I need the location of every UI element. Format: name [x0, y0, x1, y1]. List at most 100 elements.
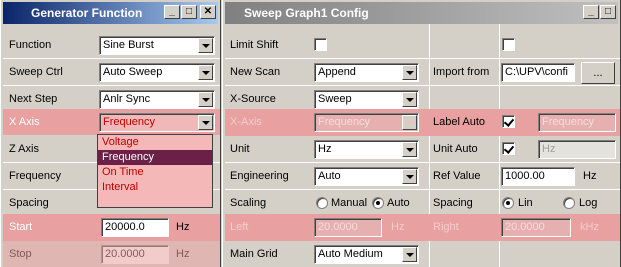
- main-grid-label: Main Grid: [230, 248, 278, 260]
- ref-value-label: Ref Value: [433, 170, 481, 182]
- left-input[interactable]: 20.0000: [314, 218, 382, 237]
- unit-value: Hz: [318, 143, 332, 155]
- z-axis-label: Z Axis: [9, 143, 39, 155]
- left-unit: Hz: [391, 221, 405, 233]
- new-scan-dropdown[interactable]: Append: [314, 63, 419, 82]
- engineering-dropdown[interactable]: Auto: [314, 167, 419, 186]
- sweep-graph-config-titlebar[interactable]: Sweep Graph1 Config _ □: [225, 2, 618, 24]
- unit-auto-checkbox[interactable]: [502, 142, 515, 155]
- browse-button[interactable]: ...: [581, 62, 615, 84]
- minimize-button[interactable]: _: [583, 5, 599, 19]
- option-on-time[interactable]: On Time: [98, 165, 212, 180]
- row-limit-shift: Limit Shift: [225, 32, 620, 58]
- row-x-axis: X-Axis Frequency Label Auto Frequency: [225, 109, 620, 136]
- engineering-value: Auto: [318, 170, 341, 182]
- right-label: Right: [433, 221, 459, 233]
- function-dropdown[interactable]: Sine Burst: [99, 36, 215, 55]
- function-value: Sine Burst: [103, 39, 154, 51]
- row-new-scan: New Scan Append Import from C:\UPV\confi…: [225, 59, 620, 85]
- stop-label: Stop: [9, 248, 32, 260]
- row-stop: Stop 20.0000 Hz: [3, 241, 220, 267]
- frequency-label: Frequency: [9, 170, 61, 182]
- sweep-ctrl-value: Auto Sweep: [103, 66, 163, 78]
- sweep-ctrl-label: Sweep Ctrl: [9, 66, 63, 78]
- function-label: Function: [9, 39, 52, 51]
- unit-label: Unit: [230, 143, 250, 155]
- chevron-down-icon[interactable]: [198, 115, 213, 130]
- option-interval[interactable]: Interval: [98, 180, 212, 195]
- chevron-down-icon[interactable]: [402, 142, 417, 157]
- import-path-input[interactable]: C:\UPV\confi: [501, 63, 575, 82]
- x-axis-dropdown-list[interactable]: Voltage Frequency On Time Interval: [97, 134, 213, 208]
- window-title: Generator Function: [31, 6, 143, 20]
- next-step-label: Next Step: [9, 93, 58, 105]
- window-title: Sweep Graph1 Config: [244, 6, 369, 20]
- next-step-value: Anlr Sync: [103, 93, 151, 105]
- row-main-grid: Main Grid Auto Medium: [225, 241, 620, 267]
- row-unit: Unit Hz Unit Auto Hz: [225, 136, 620, 162]
- next-step-dropdown[interactable]: Anlr Sync: [99, 90, 215, 109]
- x-axis-dropdown[interactable]: Frequency: [99, 113, 215, 132]
- chevron-down-icon[interactable]: [198, 65, 213, 80]
- generator-function-titlebar[interactable]: Generator Function _ □ ✕: [3, 2, 218, 24]
- unit-text-input[interactable]: Hz: [538, 140, 616, 159]
- spacing-log-radio[interactable]: [563, 197, 575, 209]
- scaling-auto-radio[interactable]: [372, 197, 384, 209]
- scaling-manual-radio[interactable]: [316, 197, 328, 209]
- row-sweep-ctrl: Sweep Ctrl Auto Sweep: [3, 59, 220, 85]
- right-input[interactable]: 20.0000: [501, 218, 571, 237]
- engineering-label: Engineering: [230, 170, 289, 182]
- unit-auto-label: Unit Auto: [433, 143, 478, 155]
- minimize-button[interactable]: _: [164, 5, 180, 19]
- sweep-ctrl-dropdown[interactable]: Auto Sweep: [99, 63, 215, 82]
- spacing-lin-label: Lin: [518, 197, 533, 209]
- x-axis-dropdown[interactable]: Frequency: [314, 113, 419, 132]
- spacing-log-label: Log: [579, 197, 598, 209]
- label-auto-label: Label Auto: [433, 116, 485, 128]
- label-text-input[interactable]: Frequency: [538, 113, 616, 132]
- chevron-down-icon[interactable]: [402, 92, 417, 107]
- import-from-label: Import from: [433, 66, 490, 78]
- row-start: Start 20000.0 Hz: [3, 214, 220, 241]
- start-input[interactable]: 20000.0: [101, 218, 169, 237]
- x-source-label: X-Source: [230, 93, 276, 105]
- x-axis-value: Frequency: [103, 116, 155, 128]
- option-voltage[interactable]: Voltage: [98, 135, 212, 150]
- chevron-down-icon[interactable]: [402, 169, 417, 184]
- stop-unit: Hz: [176, 248, 190, 260]
- row-engineering: Engineering Auto Ref Value 1000.00 Hz: [225, 163, 620, 189]
- chevron-down-icon[interactable]: [402, 247, 417, 262]
- chevron-down-icon[interactable]: [402, 65, 417, 80]
- option-frequency[interactable]: Frequency: [98, 150, 212, 165]
- x-axis-label: X-Axis: [230, 116, 262, 128]
- col3-checkbox[interactable]: [502, 38, 515, 51]
- chevron-down-icon[interactable]: [198, 92, 213, 107]
- right-unit: kHz: [580, 221, 599, 233]
- main-grid-dropdown[interactable]: Auto Medium: [314, 245, 419, 264]
- spacing-lin-radio[interactable]: [502, 197, 514, 209]
- new-scan-value: Append: [318, 66, 356, 78]
- left-label: Left: [230, 221, 249, 233]
- maximize-button[interactable]: □: [181, 5, 197, 19]
- spacing-label: Spacing: [433, 197, 473, 209]
- label-auto-checkbox[interactable]: [502, 115, 515, 128]
- x-source-value: Sweep: [318, 93, 352, 105]
- unit-dropdown[interactable]: Hz: [314, 140, 419, 159]
- sweep-graph-config-window: Sweep Graph1 Config _ □ Limit Shift New …: [222, 0, 621, 267]
- limit-shift-label: Limit Shift: [230, 39, 279, 51]
- limit-shift-checkbox[interactable]: [314, 38, 327, 51]
- ref-value-input[interactable]: 1000.00: [501, 167, 575, 186]
- x-axis-label: X Axis: [9, 116, 40, 128]
- scaling-auto-label: Auto: [387, 197, 410, 209]
- chevron-down-icon[interactable]: [198, 38, 213, 53]
- close-button[interactable]: ✕: [200, 5, 216, 19]
- stop-input[interactable]: 20.0000: [101, 245, 169, 264]
- x-source-dropdown[interactable]: Sweep: [314, 90, 419, 109]
- main-grid-value: Auto Medium: [318, 248, 383, 260]
- row-function: Function Sine Burst: [3, 32, 220, 58]
- maximize-button[interactable]: □: [600, 5, 616, 19]
- row-scaling: Scaling Manual Auto Spacing Lin Log: [225, 190, 620, 216]
- generator-function-window: Generator Function _ □ ✕ Function Sine B…: [0, 0, 221, 267]
- chevron-down-icon[interactable]: [402, 115, 417, 130]
- x-axis-value: Frequency: [318, 116, 370, 128]
